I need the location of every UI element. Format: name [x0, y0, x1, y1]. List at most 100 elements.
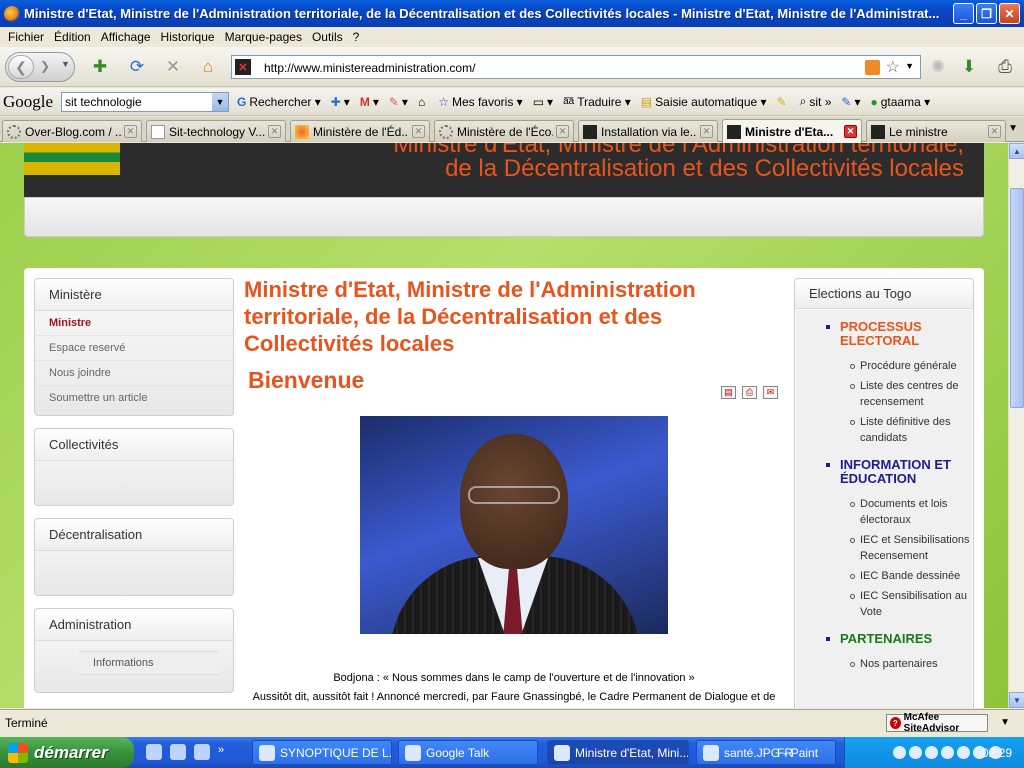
menu-item-nous-joindre[interactable]: Nous joindre — [35, 361, 233, 386]
history-dropdown-icon[interactable]: ▼ — [61, 59, 70, 69]
tray-chat-icon[interactable] — [957, 746, 970, 759]
google-plus-button[interactable]: ✚ ▾ — [331, 95, 350, 109]
google-search-text[interactable]: sit technologie — [65, 95, 142, 109]
tab-sit-technology[interactable]: Sit-technology V... ✕ — [146, 120, 286, 142]
account-button[interactable]: ● gtaama ▾ — [870, 95, 930, 109]
link-procedure-generale[interactable]: Procédure générale — [850, 358, 972, 374]
link-iec-vote[interactable]: IEC Sensibilisation au Vote — [850, 588, 972, 620]
gmail-button[interactable]: M ▾ — [360, 95, 379, 109]
link-liste-candidats[interactable]: Liste définitive des candidats — [850, 414, 972, 446]
bookmark-star-icon[interactable]: ☆ — [886, 57, 900, 77]
menu-administration-title[interactable]: Administration — [35, 609, 233, 641]
bookmarks-tag-button[interactable]: ✎ ▾ — [389, 95, 408, 109]
menu-item-soumettre[interactable]: Soumettre un article — [35, 386, 233, 411]
link-liste-centres[interactable]: Liste des centres de recensement — [850, 378, 972, 410]
section-information-education[interactable]: INFORMATION ET ÉDUCATION — [826, 458, 972, 486]
menu-outils[interactable]: Outils — [307, 30, 348, 44]
menu-decentralisation-title[interactable]: Décentralisation — [35, 519, 233, 551]
section-processus-electoral[interactable]: PROCESSUS ELECTORAL — [826, 320, 972, 348]
menu-marque-pages[interactable]: Marque-pages — [220, 30, 307, 44]
minimize-button[interactable]: _ — [953, 3, 974, 24]
maximize-button[interactable]: ❐ — [976, 3, 997, 24]
status-dropdown-icon[interactable]: ▼ — [1000, 717, 1010, 728]
scroll-thumb[interactable] — [1010, 188, 1024, 408]
menu-edition[interactable]: Édition — [49, 30, 96, 44]
taskbar-firefox[interactable]: Ministre d'Etat, Mini... — [547, 740, 689, 765]
tab-list-dropdown-icon[interactable]: ▼ — [1008, 123, 1018, 134]
menu-affichage[interactable]: Affichage — [96, 30, 156, 44]
address-bar[interactable]: ✕ http://www.ministereadministration.com… — [231, 55, 921, 79]
taskbar-synoptique[interactable]: SYNOPTIQUE DE L.... — [252, 740, 392, 765]
menu-fichier[interactable]: Fichier — [3, 30, 49, 44]
tray-back-icon[interactable] — [893, 746, 906, 759]
tab-close-icon[interactable]: ✕ — [988, 125, 1001, 138]
home-icon[interactable]: ⌂ — [196, 55, 220, 79]
menu-item-informations[interactable]: Informations — [79, 651, 219, 675]
google-search-dropdown-icon[interactable]: ▼ — [212, 92, 228, 111]
tray-shield-icon[interactable] — [941, 746, 954, 759]
tab-ministere-economie[interactable]: Ministère de l'Éco... ✕ — [434, 120, 574, 142]
tab-close-icon[interactable]: ✕ — [556, 125, 569, 138]
rss-icon[interactable] — [865, 60, 880, 75]
autofill-button[interactable]: ▤ Saisie automatique ▾ — [641, 95, 767, 109]
vertical-scrollbar[interactable]: ▲ ▼ — [1008, 143, 1024, 708]
document-icon — [259, 744, 275, 761]
desktop-icon[interactable] — [146, 744, 162, 760]
menu-item-ministre[interactable]: Ministre — [35, 311, 233, 336]
stop-icon[interactable]: ✕ — [161, 55, 185, 79]
tab-close-icon[interactable]: ✕ — [844, 125, 857, 138]
menu-help[interactable]: ? — [348, 30, 365, 44]
tray-network-icon[interactable] — [909, 746, 922, 759]
menu-item-espace-reserve[interactable]: Espace reservé — [35, 336, 233, 361]
language-indicator[interactable]: FR — [777, 746, 793, 760]
tab-close-icon[interactable]: ✕ — [700, 125, 713, 138]
start-button[interactable]: démarrer — [0, 737, 134, 768]
ie-icon[interactable] — [170, 744, 186, 760]
bank-button[interactable]: ⌂ — [418, 95, 428, 109]
highlight-button[interactable]: ✎ — [777, 95, 790, 109]
taskbar-google-talk[interactable]: Google Talk — [398, 740, 538, 765]
tab-close-icon[interactable]: ✕ — [412, 125, 425, 138]
tab-installation[interactable]: Installation via le... ✕ — [578, 120, 718, 142]
tab-close-icon[interactable]: ✕ — [268, 125, 281, 138]
firefox-icon[interactable] — [194, 744, 210, 760]
reload-icon[interactable]: ⟳ — [125, 55, 149, 79]
mcafee-siteadvisor-button[interactable]: ? McAfee SiteAdvisor — [886, 712, 988, 734]
taskbar-paint[interactable]: santé.JPG - Paint — [696, 740, 836, 765]
find-sit-button[interactable]: ⌕ sit » — [800, 94, 832, 109]
tab-over-blog[interactable]: Over-Blog.com / ... ✕ — [2, 120, 142, 142]
google-search-input[interactable]: sit technologie ▼ — [61, 91, 229, 112]
email-icon[interactable]: ✉ — [763, 386, 778, 399]
url-dropdown-icon[interactable]: ▼ — [905, 61, 914, 71]
back-icon[interactable]: ❮ — [8, 55, 34, 79]
new-tab-icon[interactable]: ✚ — [88, 55, 112, 79]
window-button[interactable]: ▭ ▾ — [533, 95, 553, 109]
menu-collectivites-title[interactable]: Collectivités — [35, 429, 233, 461]
link-iec-recensement[interactable]: IEC et Sensibilisations Recensement — [850, 532, 972, 564]
tab-le-ministre[interactable]: Le ministre ✕ — [866, 120, 1006, 142]
url-text[interactable]: http://www.ministereadministration.com/ — [264, 61, 475, 75]
tab-ministere-education[interactable]: Ministère de l'Éd... ✕ — [290, 120, 430, 142]
scroll-down-icon[interactable]: ▼ — [1009, 692, 1024, 708]
link-iec-bande-dessinee[interactable]: IEC Bande dessinée — [850, 568, 972, 584]
link-nos-partenaires[interactable]: Nos partenaires — [850, 656, 972, 672]
favorites-button[interactable]: ☆ Mes favoris ▾ — [438, 95, 522, 109]
tab-close-icon[interactable]: ✕ — [124, 125, 137, 138]
close-button[interactable]: ✕ — [999, 3, 1020, 24]
settings-button[interactable]: ✎ ▾ — [841, 95, 860, 109]
forward-icon[interactable]: ❯ — [40, 59, 50, 73]
section-partenaires[interactable]: PARTENAIRES — [826, 632, 972, 646]
quick-launch-more-icon[interactable]: » — [218, 744, 234, 760]
google-search-button[interactable]: G Rechercher ▾ — [237, 95, 321, 109]
download-icon[interactable]: ⬇ — [957, 55, 981, 79]
scroll-up-icon[interactable]: ▲ — [1009, 143, 1024, 159]
tray-volume-icon[interactable] — [925, 746, 938, 759]
print-icon[interactable]: ⎙ — [993, 55, 1017, 79]
link-documents-lois[interactable]: Documents et lois électoraux — [850, 496, 972, 528]
menu-historique[interactable]: Historique — [156, 30, 220, 44]
addon-icon[interactable]: ✺ — [926, 55, 950, 79]
translate-button[interactable]: a͞a Traduire ▾ — [563, 95, 631, 109]
print-icon[interactable]: ⎙ — [742, 386, 757, 399]
tab-ministre-etat[interactable]: Ministre d'Eta... ✕ — [722, 119, 862, 143]
pdf-icon[interactable]: ▤ — [721, 386, 736, 399]
